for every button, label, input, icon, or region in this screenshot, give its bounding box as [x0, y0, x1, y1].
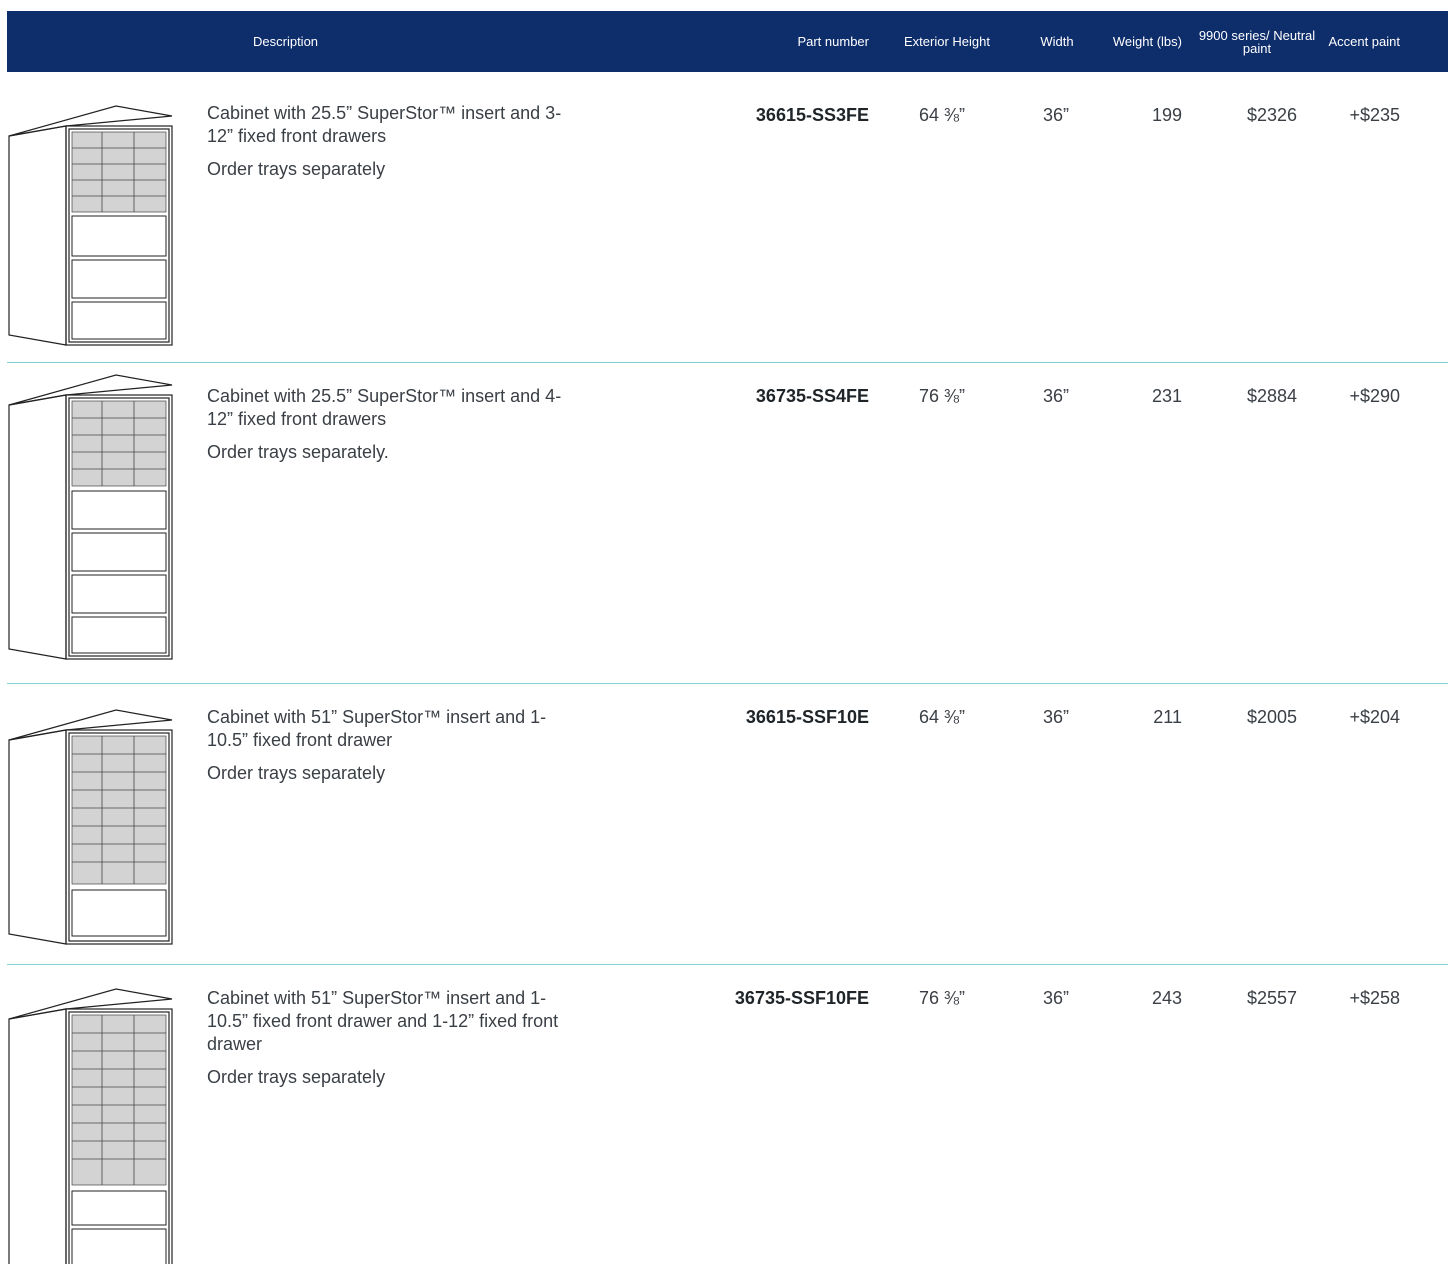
header-weight: Weight (lbs)	[1112, 34, 1182, 49]
table-row: Cabinet with 51” SuperStor™ insert and 1…	[0, 965, 1448, 1264]
row-description: Cabinet with 51” SuperStor™ insert and 1…	[207, 987, 587, 1089]
cabinet-image	[8, 709, 173, 945]
table-row: Cabinet with 25.5” SuperStor™ insert and…	[0, 363, 1448, 683]
row-description: Cabinet with 25.5” SuperStor™ insert and…	[207, 385, 587, 464]
accent-price: +$258	[1349, 988, 1400, 1008]
exterior-height: 76 ⅜”	[919, 386, 966, 406]
table-header: Description Part number Exterior Height …	[7, 11, 1448, 72]
neutral-price: $2557	[1246, 988, 1297, 1008]
description-note: Order trays separately	[207, 159, 386, 179]
part-number: 36735-SS4FE	[755, 386, 869, 406]
header-part-number: Part number	[797, 34, 869, 49]
table-row: Cabinet with 51” SuperStor™ insert and 1…	[0, 684, 1448, 964]
row-description: Cabinet with 25.5” SuperStor™ insert and…	[207, 102, 587, 181]
neutral-price: $2884	[1246, 386, 1297, 406]
description-note: Order trays separately.	[207, 442, 389, 462]
exterior-height: 64 ⅜”	[919, 707, 966, 727]
header-accent-paint: Accent paint	[1328, 34, 1400, 49]
weight-value: 243	[1151, 988, 1182, 1008]
header-neutral-paint: 9900 series/ Neutral paint	[1198, 27, 1316, 56]
weight-value: 199	[1151, 105, 1182, 125]
cabinet-image	[8, 988, 173, 1264]
width-value: 36”	[1043, 386, 1070, 406]
header-exterior-height: Exterior Height	[904, 34, 990, 49]
header-width: Width	[1040, 34, 1074, 49]
accent-price: +$290	[1349, 386, 1400, 406]
weight-value: 231	[1151, 386, 1182, 406]
neutral-price: $2326	[1246, 105, 1297, 125]
table-row: Cabinet with 25.5” SuperStor™ insert and…	[0, 72, 1448, 362]
exterior-height: 64 ⅜”	[919, 105, 966, 125]
description-note: Order trays separately	[207, 763, 386, 783]
accent-price: +$204	[1349, 707, 1400, 727]
cabinet-image	[8, 105, 173, 346]
description-text: Cabinet with 25.5” SuperStor™ insert and…	[207, 386, 562, 429]
weight-value: 211	[1153, 707, 1182, 727]
description-text: Cabinet with 51” SuperStor™ insert and 1…	[207, 988, 559, 1054]
accent-price: +$235	[1349, 105, 1400, 125]
part-number: 36615-SSF10E	[745, 707, 869, 727]
part-number: 36615-SS3FE	[755, 105, 869, 125]
part-number: 36735-SSF10FE	[734, 988, 869, 1008]
cabinet-image	[8, 374, 173, 660]
description-note: Order trays separately	[207, 1067, 386, 1087]
header-description: Description	[253, 34, 319, 49]
row-description: Cabinet with 51” SuperStor™ insert and 1…	[207, 706, 587, 785]
description-text: Cabinet with 51” SuperStor™ insert and 1…	[207, 707, 547, 750]
description-text: Cabinet with 25.5” SuperStor™ insert and…	[207, 103, 562, 146]
exterior-height: 76 ⅜”	[919, 988, 966, 1008]
width-value: 36”	[1043, 988, 1070, 1008]
width-value: 36”	[1043, 707, 1070, 727]
width-value: 36”	[1043, 105, 1070, 125]
neutral-price: $2005	[1246, 707, 1297, 727]
